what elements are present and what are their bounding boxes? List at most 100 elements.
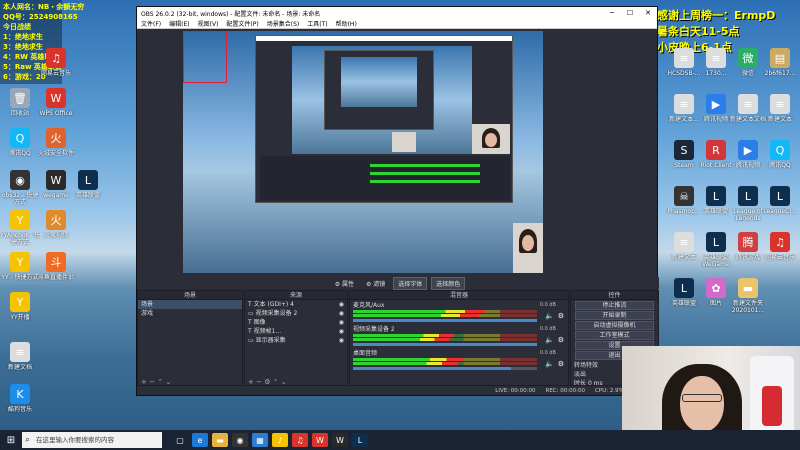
selection-box[interactable]: [183, 31, 227, 83]
desktop-shortcut-label: 英雄联盟: [75, 192, 100, 199]
wps-task-icon[interactable]: W: [312, 433, 328, 447]
netease-task-icon[interactable]: ♫: [292, 433, 308, 447]
obs-titlebar[interactable]: OBS 26.0.2 (32-bit, windows) - 配置文件: 未命名…: [137, 7, 657, 19]
speaker-icon[interactable]: 🔈: [545, 336, 554, 344]
desktop-shortcut-label: LeagueCl...: [763, 208, 797, 215]
eye-icon[interactable]: ◉: [339, 318, 344, 327]
edge-icon[interactable]: e: [192, 433, 208, 447]
gear-icon[interactable]: ⚙: [558, 312, 564, 320]
desktop-shortcut-label: 新建文件夹 2020101...: [731, 300, 765, 314]
close-icon[interactable]: ✕: [639, 9, 657, 17]
desktop-shortcut[interactable]: K 酷狗音乐: [0, 384, 40, 420]
desktop-shortcut-label: 2b6f617...: [764, 70, 796, 77]
speaker-icon[interactable]: 🔈: [545, 312, 554, 320]
wegame-task-icon[interactable]: W: [332, 433, 348, 447]
obs-icon: ◉: [10, 170, 30, 190]
desktop-shortcut[interactable]: ≡ 新建文档: [0, 342, 40, 378]
desktop-shortcut[interactable]: ♫ 网易云音乐: [36, 48, 76, 84]
eye-icon[interactable]: ◉: [339, 309, 344, 318]
window-title: OBS 26.0.2 (32-bit, windows) - 配置文件: 未命名…: [141, 10, 321, 18]
desktop-shortcut[interactable]: Y YYAnchor - 快捷方式: [0, 210, 40, 246]
desktop-shortcut[interactable]: ▬ 新建文件夹 2020101...: [728, 278, 768, 314]
volume-meter: [353, 358, 537, 361]
recycle-bin-icon: 🗑: [10, 88, 30, 108]
desktop-shortcut[interactable]: L 英雄联盟: [68, 170, 108, 206]
gear-icon[interactable]: ⚙: [558, 336, 564, 344]
task-view-icon[interactable]: ▢: [172, 433, 188, 447]
desktop-shortcut[interactable]: Q 腾讯QQ: [760, 140, 800, 176]
volume-meter: [353, 338, 537, 341]
mixer-channel-name: 麦克风/Aux: [353, 302, 385, 309]
volume-slider[interactable]: [353, 319, 537, 322]
desktop-shortcut[interactable]: 🗑 回收站: [0, 88, 40, 124]
desktop-shortcut[interactable]: ◉ obs32 - 快捷方式: [0, 170, 40, 206]
stop-streaming-button[interactable]: 停止推流: [575, 301, 654, 310]
desktop-shortcut[interactable]: ≡ 新建文本: [760, 94, 800, 130]
desktop-shortcut[interactable]: 火火绒安全软件: [36, 128, 76, 164]
desktop-shortcut[interactable]: ♫ 网易云音乐: [760, 232, 800, 268]
txt-icon: ≡: [674, 94, 694, 114]
minimize-icon[interactable]: ─: [603, 9, 621, 17]
source-item[interactable]: ▭ 显示器采集 ◉: [245, 336, 347, 345]
maximize-icon[interactable]: ☐: [621, 9, 639, 17]
start-recording-button[interactable]: 开始录制: [575, 311, 654, 320]
speaker-icon[interactable]: 🔈: [545, 360, 554, 368]
filters-button[interactable]: ⚙ 滤镜: [362, 278, 389, 289]
qq-music-icon[interactable]: ♪: [272, 433, 288, 447]
menu-help[interactable]: 帮助(H): [336, 19, 357, 28]
source-item[interactable]: T 文本 (GDI+) 4 ◉: [245, 300, 347, 309]
volume-slider[interactable]: [353, 343, 537, 346]
explorer-icon[interactable]: ▬: [212, 433, 228, 447]
desktop-shortcut[interactable]: L LeagueCl...: [760, 186, 800, 222]
menu-tools[interactable]: 工具(T): [307, 19, 327, 28]
menu-edit[interactable]: 编辑(E): [169, 19, 189, 28]
folder-icon: ▬: [738, 278, 758, 298]
overlay-line: 感谢上周榜一：ErmpD: [657, 9, 776, 22]
source-item[interactable]: T 图像 ◉: [245, 318, 347, 327]
menu-file[interactable]: 文件(F): [141, 19, 161, 28]
desktop-shortcut[interactable]: W WPS Office: [36, 88, 76, 124]
eye-icon[interactable]: ◉: [339, 336, 344, 345]
source-item[interactable]: ▭ 视频采集设备 2 ◉: [245, 309, 347, 318]
eye-icon[interactable]: ◉: [339, 327, 344, 336]
huorong-icon: 火: [46, 128, 66, 148]
store-icon[interactable]: ▦: [252, 433, 268, 447]
image-icon: ✿: [706, 278, 726, 298]
netease-music-icon: ♫: [46, 48, 66, 68]
yy-icon: Y: [10, 252, 30, 272]
volume-slider[interactable]: [353, 367, 537, 370]
mixer-db: 0.0 dB: [539, 302, 556, 308]
desktop-shortcut-label: 网易云音乐: [764, 254, 795, 261]
menu-scene-collection[interactable]: 场景集合(S): [267, 19, 300, 28]
windows-start-icon[interactable]: ⊞: [0, 435, 22, 446]
menu-view[interactable]: 视图(V): [198, 19, 219, 28]
virtual-camera-button[interactable]: 启动虚拟摄像机: [575, 321, 654, 330]
league-icon-3: L: [738, 186, 758, 206]
nested-titlebar: [256, 36, 512, 41]
desktop-shortcut[interactable]: 斗斗鱼直播伴侣: [36, 252, 76, 288]
menu-profile[interactable]: 配置文件(P): [226, 19, 258, 28]
select-color-button[interactable]: 选择颜色: [431, 276, 466, 290]
obs-task-icon[interactable]: ◉: [232, 433, 248, 447]
league-wegame-icon: L: [706, 232, 726, 252]
studio-mode-button[interactable]: 工作室模式: [575, 331, 654, 340]
volume-meter: [353, 310, 537, 313]
desktop-shortcut[interactable]: ▤ 2b6f617...: [760, 48, 800, 84]
desktop-shortcut[interactable]: Q 腾讯QQ: [0, 128, 40, 164]
league-task-icon[interactable]: L: [352, 433, 368, 447]
desktop-shortcut[interactable]: 火火萤视频: [36, 210, 76, 246]
taskbar-search-input[interactable]: 在这里输入你要搜索的内容: [22, 432, 162, 448]
desktop-shortcut[interactable]: Y YY - 快捷方式: [0, 252, 40, 288]
desktop-shortcut[interactable]: Y YY开播: [0, 292, 40, 328]
scene-item[interactable]: 场景: [138, 300, 242, 309]
select-font-button[interactable]: 选择字体: [393, 276, 428, 290]
eye-icon[interactable]: ◉: [339, 300, 344, 309]
mixer-dock: 混音器 麦克风/Aux 0.0 dB 🔈 ⚙ 视频采集设备 2 0.0 dB 🔈 ⚙ 桌面音频 0…: [349, 290, 569, 388]
source-item[interactable]: T 视频帧1... ◉: [245, 327, 347, 336]
desktop-shortcut-label: 回收站: [10, 110, 29, 117]
obs-preview[interactable]: [183, 31, 543, 273]
gear-icon[interactable]: ⚙: [558, 360, 564, 368]
obs-window[interactable]: OBS 26.0.2 (32-bit, windows) - 配置文件: 未命名…: [136, 6, 659, 396]
scene-item[interactable]: 游戏: [138, 309, 242, 318]
properties-button[interactable]: ⚙ 属性: [331, 278, 358, 289]
